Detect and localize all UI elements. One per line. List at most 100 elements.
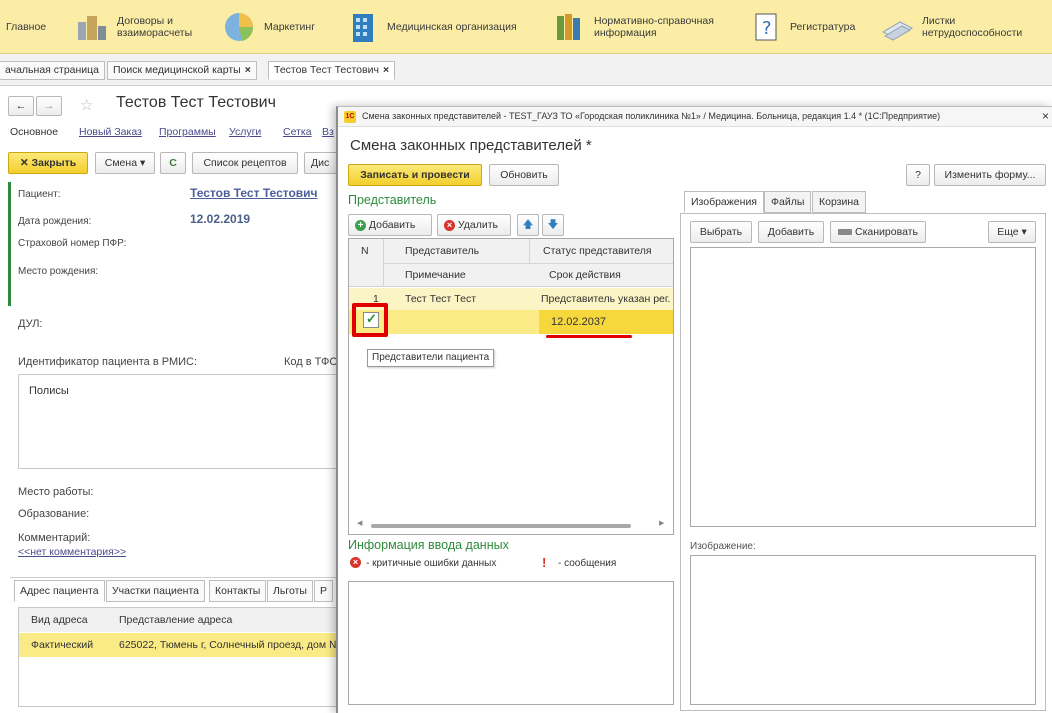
- help-button[interactable]: ?: [906, 164, 930, 186]
- shift-dropdown[interactable]: Смена ▾: [95, 152, 155, 174]
- tab-trash[interactable]: Корзина: [812, 191, 866, 213]
- column-header-representative: Представитель: [405, 245, 480, 257]
- add-icon: +: [355, 219, 366, 231]
- more-button[interactable]: Еще ▾: [988, 221, 1036, 243]
- nav-services[interactable]: Услуги: [229, 126, 261, 138]
- scan-button[interactable]: Сканировать: [830, 221, 926, 243]
- button-label: Обновить: [500, 169, 548, 181]
- delete-representative-button[interactable]: × Удалить: [437, 214, 511, 236]
- representatives-title: Представитель: [348, 193, 437, 207]
- button-label: ?: [915, 169, 921, 181]
- nav-programs[interactable]: Программы: [159, 126, 216, 138]
- tab-search-card[interactable]: Поиск медицинской карты ×: [107, 61, 257, 80]
- section-label: Маркетинг: [264, 21, 316, 33]
- tab-contacts[interactable]: Контакты: [209, 580, 267, 602]
- tab-patient[interactable]: Тестов Тест Тестович ×: [268, 61, 396, 80]
- arrow-down-icon: 🡇: [547, 219, 559, 231]
- tab-label: ачальная страница: [5, 64, 100, 76]
- tfoms-label: Код в ТФО: [284, 356, 338, 368]
- move-up-button[interactable]: 🡅: [517, 214, 539, 236]
- refresh-button[interactable]: C: [160, 152, 186, 174]
- section-main[interactable]: Главное: [6, 0, 46, 54]
- column-header-status: Статус представителя: [543, 245, 652, 257]
- tab-label: Файлы: [771, 196, 805, 208]
- button-label: Сканировать: [855, 226, 918, 238]
- nav-new-order[interactable]: Новый Заказ: [79, 126, 142, 138]
- section-reference[interactable]: Нормативно-справочная информация: [552, 0, 714, 54]
- button-label: Записать и провести: [360, 169, 470, 181]
- section-med-org[interactable]: Медицинская организация: [345, 0, 517, 54]
- add-image-button[interactable]: Добавить: [758, 221, 824, 243]
- change-form-button[interactable]: Изменить форму...: [934, 164, 1046, 186]
- modal-heading: Смена законных представителей *: [350, 137, 592, 154]
- close-icon[interactable]: ×: [383, 64, 389, 76]
- tab-benefits[interactable]: Льготы: [267, 580, 313, 602]
- star-icon[interactable]: ☆: [80, 96, 93, 114]
- section-sick-leave[interactable]: Листки нетрудоспособности: [880, 0, 1022, 54]
- pie-chart-icon: [222, 10, 256, 44]
- add-representative-button[interactable]: + Добавить: [348, 214, 432, 236]
- section-contracts[interactable]: Договоры и взаиморасчеты: [75, 0, 192, 54]
- scroll-right-icon[interactable]: ▶: [659, 519, 664, 527]
- education-label: Образование:: [18, 508, 90, 520]
- notepad-icon: ?: [748, 10, 782, 44]
- nav-more[interactable]: Вз: [322, 126, 334, 138]
- refresh-button[interactable]: Обновить: [489, 164, 559, 186]
- tab-label: Изображения: [691, 196, 757, 208]
- tab-images[interactable]: Изображения: [684, 191, 764, 213]
- close-form-button[interactable]: ✕ Закрыть: [8, 152, 88, 174]
- tab-home[interactable]: ачальная страница: [0, 61, 106, 80]
- scrollbar-thumb[interactable]: [371, 524, 631, 528]
- back-button[interactable]: ←: [8, 96, 34, 116]
- tab-districts[interactable]: Участки пациента: [106, 580, 205, 602]
- comment-link[interactable]: <<нет комментария>>: [18, 546, 126, 558]
- arrow-up-icon: 🡅: [522, 219, 534, 231]
- birthplace-label: Место рождения:: [18, 266, 99, 277]
- button-label: Еще: [997, 226, 1019, 238]
- representatives-table: N Представитель Статус представителя При…: [348, 238, 674, 535]
- critical-error-icon: ×: [350, 557, 361, 568]
- form-title: Тестов Тест Тестович: [116, 94, 276, 111]
- images-list[interactable]: [690, 247, 1036, 527]
- horizontal-scrollbar[interactable]: ◀ ▶: [357, 519, 667, 530]
- term-cell[interactable]: 12.02.2037: [551, 316, 606, 328]
- scroll-left-icon[interactable]: ◀: [357, 519, 362, 527]
- chevron-down-icon: ▾: [137, 157, 146, 169]
- table-row[interactable]: Фактический 625022, Тюмень г, Солнечный …: [19, 633, 341, 657]
- section-registry[interactable]: ? Регистратура: [748, 0, 855, 54]
- message-icon: !: [542, 555, 547, 570]
- select-image-button[interactable]: Выбрать: [690, 221, 752, 243]
- tab-label: Льготы: [273, 585, 307, 597]
- table-row[interactable]: 1 Тест Тест Тест Представитель указан ре…: [349, 288, 673, 310]
- table-cell: 625022, Тюмень г, Солнечный проезд, дом …: [119, 639, 341, 651]
- tab-more[interactable]: Р: [314, 580, 334, 602]
- section-marketing[interactable]: Маркетинг: [222, 0, 315, 54]
- forward-button[interactable]: →: [36, 96, 62, 116]
- divider: [10, 577, 336, 578]
- patient-value[interactable]: Тестов Тест Тестович: [190, 186, 318, 200]
- tab-label: Р: [320, 585, 328, 597]
- tab-address[interactable]: Адрес пациента: [14, 580, 105, 602]
- nav-main[interactable]: Основное: [10, 126, 58, 138]
- close-icon[interactable]: ×: [1042, 109, 1049, 123]
- legend-errors: - критичные ошибки данных: [366, 558, 497, 569]
- work-label: Место работы:: [18, 486, 94, 498]
- rmis-label: Идентификатор пациента в РМИС:: [18, 356, 198, 368]
- section-label: Нормативно-справочная информация: [594, 15, 714, 39]
- svg-text:?: ?: [762, 18, 772, 39]
- sections-panel: Главное Договоры и взаиморасчеты Маркети…: [0, 0, 1052, 54]
- save-post-button[interactable]: Записать и провести: [348, 164, 482, 186]
- close-icon[interactable]: ×: [245, 64, 251, 76]
- nav-grid[interactable]: Сетка: [283, 126, 312, 138]
- move-down-button[interactable]: 🡇: [542, 214, 564, 236]
- tab-files[interactable]: Файлы: [764, 191, 812, 213]
- button-label: Изменить форму...: [944, 169, 1036, 181]
- info-messages-area[interactable]: [348, 581, 674, 705]
- table-row-detail[interactable]: 12.02.2037: [349, 310, 673, 334]
- button-label: Смена: [104, 157, 138, 169]
- dul-label: ДУЛ:: [18, 318, 43, 330]
- recipes-button[interactable]: Список рецептов: [192, 152, 298, 174]
- open-windows-bar: ачальная страница Поиск медицинской карт…: [0, 54, 1052, 86]
- section-label: Договоры и взаиморасчеты: [117, 15, 193, 39]
- dob-label: Дата рождения:: [18, 216, 92, 227]
